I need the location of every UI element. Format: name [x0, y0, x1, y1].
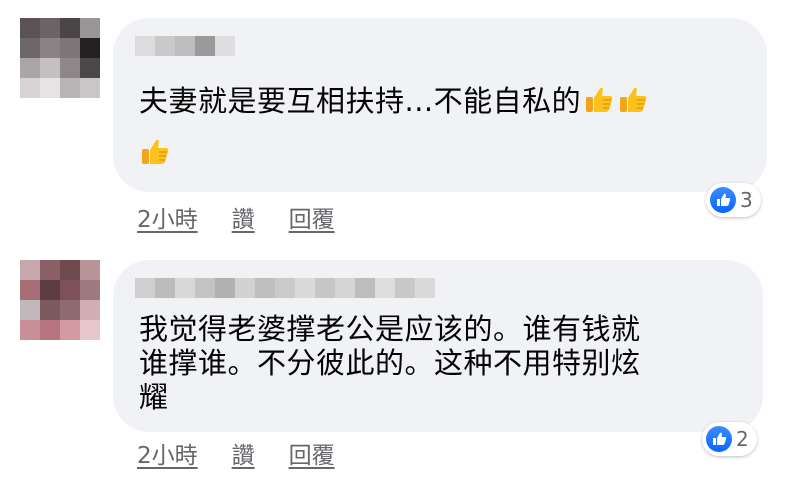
timestamp-link[interactable]: 2小時	[137, 436, 198, 470]
reaction-count: 2	[736, 427, 749, 451]
thumbs-up-icon	[586, 87, 613, 112]
comment-bubble: 我觉得老婆撑老公是应该的。谁有钱就 谁撑谁。不分彼此的。这种不用特别炫 耀	[113, 260, 763, 432]
thumbs-up-icon	[620, 87, 647, 112]
reply-link[interactable]: 回覆	[289, 200, 335, 234]
like-reaction-icon	[706, 426, 732, 452]
comment-text-line: 谁撑谁。不分彼此的。这种不用特别炫	[139, 346, 641, 380]
reaction-summary[interactable]: 2	[702, 422, 757, 456]
avatar[interactable]	[20, 18, 100, 98]
like-link[interactable]: 讚	[232, 200, 255, 234]
author-name-redacted[interactable]	[135, 36, 235, 56]
comment-text-line: 耀	[139, 380, 169, 414]
comment-text-line: 我觉得老婆撑老公是应该的。谁有钱就	[139, 312, 641, 346]
comment-bubble: 夫妻就是要互相扶持...不能自私的	[113, 18, 767, 192]
comment-actions: 2小時 讚 回覆	[137, 436, 335, 470]
like-reaction-icon	[710, 187, 736, 213]
thumbs-up-icon	[142, 139, 169, 164]
comment-text-line: 夫妻就是要互相扶持...不能自私的	[139, 84, 582, 118]
timestamp-link[interactable]: 2小時	[137, 200, 198, 234]
comment-text: 我觉得老婆撑老公是应该的。谁有钱就 谁撑谁。不分彼此的。这种不用特别炫 耀	[139, 312, 739, 414]
comment-text-line-2	[139, 136, 171, 170]
avatar[interactable]	[20, 260, 100, 340]
comment-text: 夫妻就是要互相扶持...不能自私的	[139, 84, 649, 118]
like-link[interactable]: 讚	[232, 436, 255, 470]
reply-link[interactable]: 回覆	[289, 436, 335, 470]
author-name-redacted[interactable]	[135, 278, 435, 298]
comment-actions: 2小時 讚 回覆	[137, 200, 335, 234]
reaction-summary[interactable]: 3	[706, 183, 761, 217]
reaction-count: 3	[740, 188, 753, 212]
